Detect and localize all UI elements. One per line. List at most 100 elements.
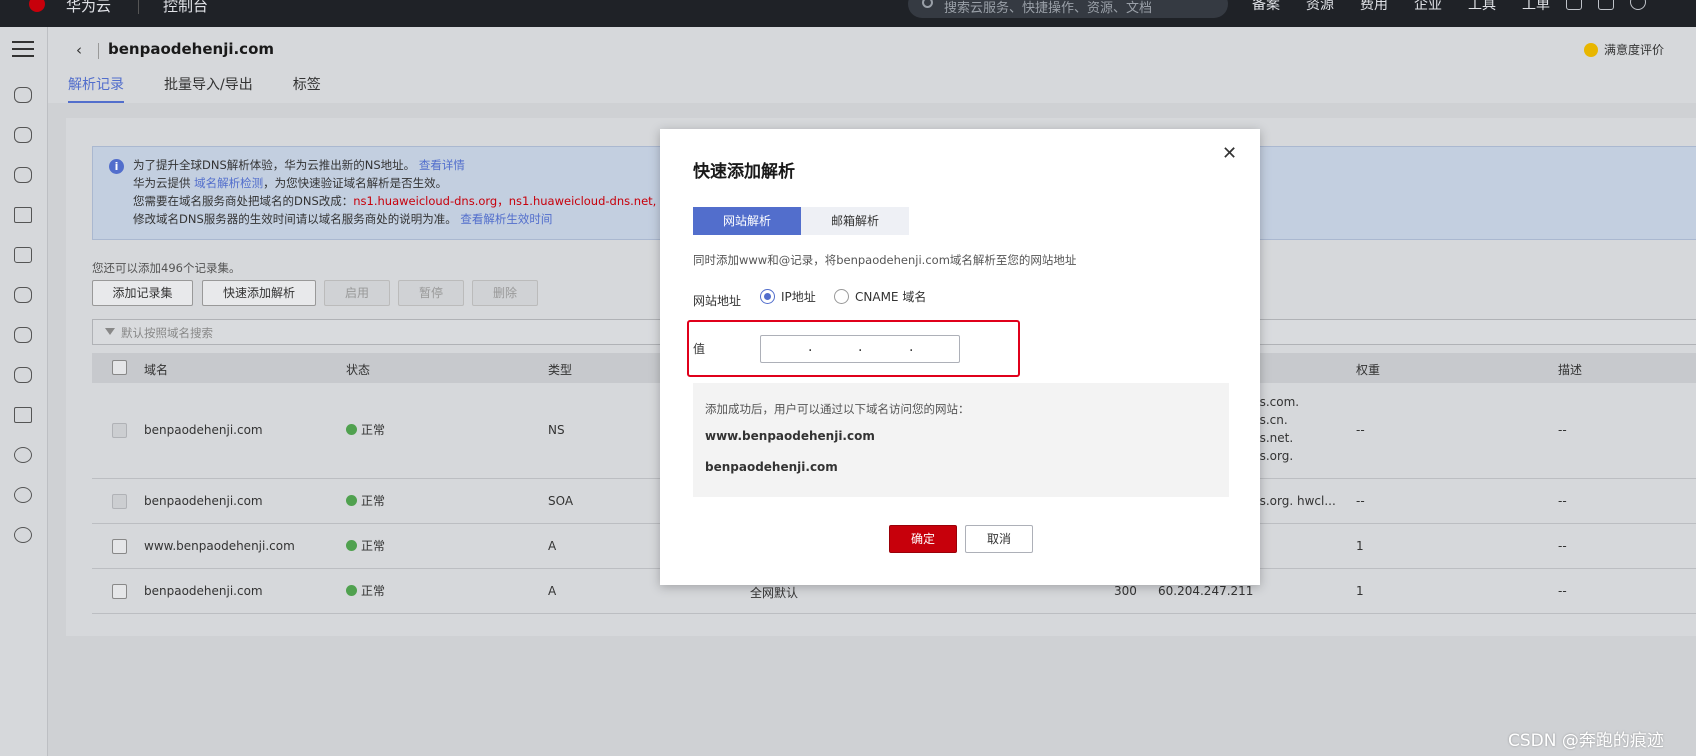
result-domain-root: benpaodehenji.com (705, 460, 838, 474)
dns-check-link[interactable]: 域名解析检测 (194, 176, 263, 190)
notice-line3-pre: 您需要在域名服务商处把域名的DNS改成： (133, 194, 354, 208)
row-value: 60.204.247.211 (1158, 584, 1254, 598)
row-desc: -- (1558, 539, 1567, 553)
pause-button[interactable]: 暂停 (398, 280, 464, 306)
filter-icon (105, 328, 115, 335)
row-status: 正常 (361, 539, 386, 553)
cloud-icon[interactable] (14, 127, 32, 143)
network-icon[interactable] (14, 207, 32, 223)
database-icon[interactable] (14, 247, 32, 263)
row-domain: www.benpaodehenji.com (144, 539, 295, 553)
chevron-left-icon[interactable]: ‹ (76, 41, 82, 59)
value-label: 值 (693, 342, 706, 356)
filter-placeholder: 默认按照域名搜索 (121, 326, 213, 340)
ip-separator: . (858, 339, 863, 355)
row-desc: -- (1558, 584, 1567, 598)
page-tabs: 解析记录 批量导入/导出 标签 (68, 74, 321, 103)
row-weight: -- (1356, 494, 1365, 508)
satisfaction-rating[interactable]: 满意度评价 (1584, 41, 1664, 58)
topnav-enterprise[interactable]: 企业 (1414, 0, 1442, 14)
row-type: A (548, 584, 557, 598)
topnav-billing[interactable]: 费用 (1360, 0, 1388, 14)
row-desc: -- (1558, 423, 1567, 437)
status-ok-icon (346, 540, 357, 551)
bell-icon[interactable] (1598, 0, 1614, 10)
ip-icon[interactable] (14, 447, 32, 463)
add-record-button[interactable]: 添加记录集 (92, 280, 193, 306)
row-weight: -- (1356, 423, 1365, 437)
global-search-input[interactable]: 搜索云服务、快捷操作、资源、文档 (908, 0, 1228, 18)
confirm-button[interactable]: 确定 (889, 525, 957, 553)
close-icon[interactable]: ✕ (1222, 143, 1237, 164)
radio-unselected-icon (834, 289, 849, 304)
topnav-resources[interactable]: 资源 (1306, 0, 1334, 14)
row-status: 正常 (361, 584, 386, 598)
quick-add-button[interactable]: 快速添加解析 (202, 280, 316, 306)
divider (98, 43, 99, 59)
status-ok-icon (346, 585, 357, 596)
huawei-logo[interactable] (22, 0, 52, 22)
radio-ip[interactable]: IP地址 (760, 288, 816, 305)
cloud-sync-icon[interactable] (14, 367, 32, 383)
row-desc: -- (1558, 494, 1567, 508)
result-info-title: 添加成功后，用户可以通过以下域名访问您的网站： (705, 402, 970, 416)
dialog-tabs: 网站解析 邮箱解析 (693, 207, 909, 235)
satisfaction-label: 满意度评价 (1604, 43, 1665, 57)
row-status: 正常 (361, 494, 386, 508)
notice-line2-post: ，为您快速验证域名解析是否生效。 (263, 176, 448, 190)
notice-line1: 为了提升全球DNS解析体验，华为云推出新的NS地址。 (133, 158, 416, 172)
status-ok-icon (346, 495, 357, 506)
tab-website[interactable]: 网站解析 (693, 207, 801, 235)
ip-address-input[interactable]: . . . (760, 335, 960, 363)
row-type: SOA (548, 494, 574, 508)
column-domain[interactable]: 域名 (144, 361, 168, 378)
delete-button[interactable]: 删除 (472, 280, 538, 306)
row-weight: 1 (1356, 584, 1364, 598)
tab-records[interactable]: 解析记录 (68, 74, 124, 103)
notice-line2-pre: 华为云提供 (133, 176, 191, 190)
smiley-icon (1584, 42, 1598, 57)
search-placeholder: 搜索云服务、快捷操作、资源、文档 (944, 1, 1153, 16)
tab-email[interactable]: 邮箱解析 (801, 207, 909, 235)
cloud-outline-icon[interactable] (14, 287, 32, 303)
console-link[interactable]: 控制台 (163, 0, 208, 16)
row-line: 全网默认 (750, 586, 799, 600)
select-all-checkbox[interactable] (112, 360, 127, 375)
effective-time-link[interactable]: 查看解析生效时间 (460, 212, 552, 226)
record-count-text: 您还可以添加496个记录集。 (92, 261, 241, 275)
topnav-tools[interactable]: 工具 (1468, 0, 1496, 14)
antenna-icon[interactable] (14, 407, 32, 423)
cloud-upload-icon[interactable] (14, 327, 32, 343)
cluster-icon[interactable] (14, 487, 32, 503)
row-status: 正常 (361, 423, 386, 437)
terminal-icon[interactable] (1566, 0, 1582, 10)
result-info-box: 添加成功后，用户可以通过以下域名访问您的网站： www.benpaodehenj… (693, 383, 1229, 497)
status-ok-icon (346, 424, 357, 435)
globe-icon[interactable] (14, 527, 32, 543)
notice-details-link[interactable]: 查看详情 (419, 158, 465, 172)
brand-name[interactable]: 华为云 (66, 0, 111, 16)
storage-icon[interactable] (14, 167, 32, 183)
search-icon (922, 0, 933, 8)
help-icon[interactable] (1630, 0, 1646, 10)
radio-cname[interactable]: CNAME 域名 (834, 288, 926, 305)
notice-line4-pre: 修改域名DNS服务器的生效时间请以域名服务商处的说明为准。 (133, 212, 457, 226)
topnav-beian[interactable]: 备案 (1252, 0, 1280, 14)
info-icon: i (109, 159, 124, 174)
enable-button[interactable]: 启用 (324, 280, 390, 306)
column-status: 状态 (346, 363, 371, 377)
row-checkbox[interactable] (112, 584, 127, 599)
tab-tags[interactable]: 标签 (293, 74, 321, 103)
row-value: ns.org. hwcl... (1252, 494, 1336, 508)
row-checkbox[interactable] (112, 494, 127, 509)
row-ttl: 300 (1114, 584, 1137, 598)
row-checkbox[interactable] (112, 423, 127, 438)
cancel-button[interactable]: 取消 (965, 525, 1033, 553)
cloud-server-icon[interactable] (14, 87, 32, 103)
row-checkbox[interactable] (112, 539, 127, 554)
tab-import-export[interactable]: 批量导入/导出 (164, 74, 253, 103)
topnav-tickets[interactable]: 工单 (1522, 0, 1550, 14)
service-sidebar (0, 27, 48, 756)
column-type[interactable]: 类型 (548, 361, 572, 378)
menu-icon[interactable] (12, 41, 34, 57)
